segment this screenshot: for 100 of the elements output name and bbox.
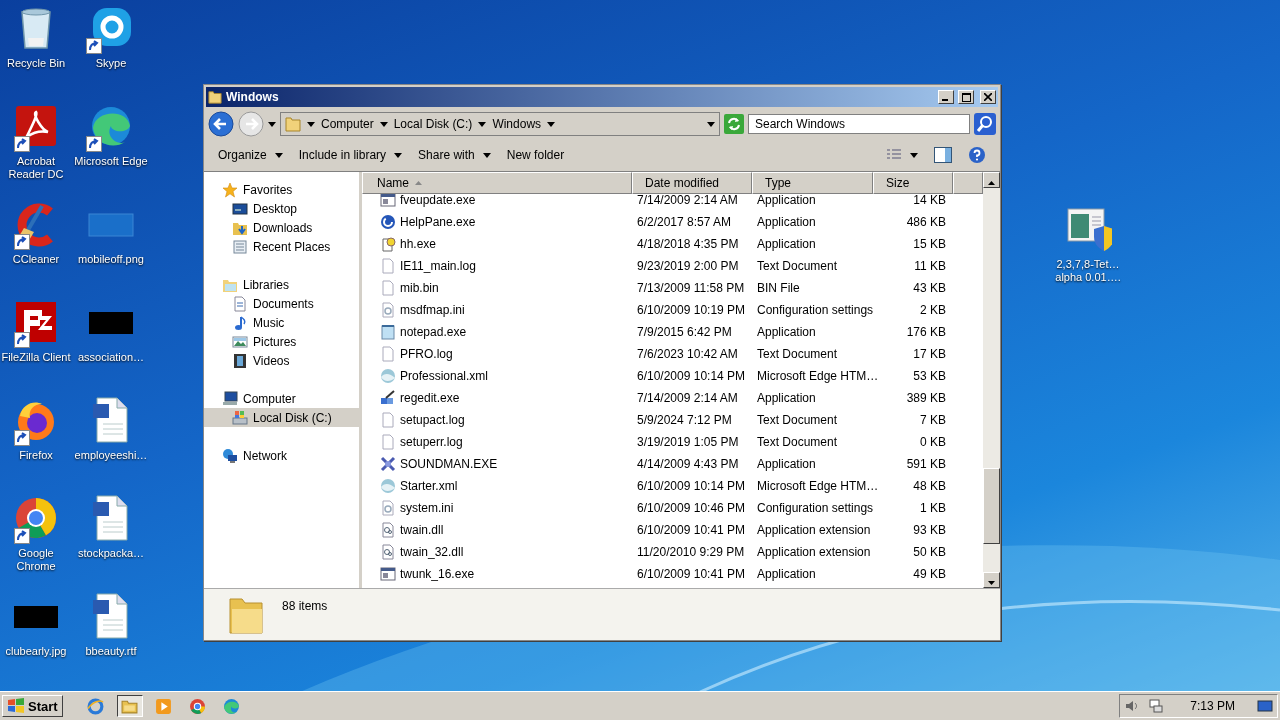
file-name[interactable]: IE11_main.log (400, 259, 476, 273)
table-cell-text: 6/10/2009 10:41 PM (636, 567, 747, 581)
toolbar-button[interactable]: Include in library (292, 144, 409, 166)
caret-icon (394, 152, 403, 158)
file-name[interactable]: mib.bin (400, 281, 439, 295)
file-name[interactable]: msdfmap.ini (400, 303, 465, 317)
videos-icon (232, 352, 248, 369)
table-cell-text: Text Document (756, 259, 839, 273)
back-button[interactable] (208, 111, 234, 137)
computer-icon (222, 390, 238, 407)
table-cell-text: Application extension (756, 545, 872, 559)
network-icon (222, 447, 238, 464)
documents-icon (232, 295, 248, 312)
table-cell-text: 7/6/2023 10:42 AM (636, 347, 739, 361)
table-cell-text: 7/14/2009 2:14 AM (636, 194, 739, 207)
table-cell-text: Application (756, 325, 817, 339)
show-desktop-icon[interactable] (1257, 698, 1273, 714)
file-name[interactable]: PFRO.log (400, 347, 453, 361)
toolbar-button[interactable]: Share with (412, 144, 497, 166)
table-cell-text: 389 KB (905, 391, 947, 405)
scrollbar[interactable] (983, 172, 1000, 588)
file-name[interactable]: setupact.log (400, 413, 465, 427)
nav-item[interactable]: Recent Places (204, 237, 359, 256)
browser-icon (87, 697, 105, 715)
nav-item[interactable]: Music (204, 313, 359, 332)
preview-pane-icon (934, 147, 952, 163)
table-cell-text: 6/10/2009 10:19 PM (636, 303, 747, 317)
nav-item[interactable]: Network (204, 446, 359, 465)
icon-label: FileZilla Client (0, 351, 72, 364)
file-name[interactable]: SOUNDMAN.EXE (400, 457, 498, 471)
table-cell-text: Application (756, 457, 817, 471)
breadcrumb[interactable]: Local Disk (C:) (393, 117, 473, 131)
file-name[interactable]: regedit.exe (400, 391, 460, 405)
column-header[interactable]: Date modified (632, 172, 752, 194)
file-name[interactable]: twain.dll (400, 523, 444, 537)
toolbar-button[interactable]: New folder (500, 144, 571, 166)
star-icon (222, 181, 238, 198)
table-cell-text: 50 KB (912, 545, 947, 559)
file-name[interactable]: twain_32.dll (400, 545, 464, 559)
file-icon (380, 412, 396, 428)
nav-item[interactable]: Videos (204, 351, 359, 370)
file-name[interactable]: Professional.xml (400, 369, 489, 383)
table-cell-text: Application extension (756, 523, 872, 537)
network-icon[interactable] (1148, 698, 1165, 714)
table-cell-text: 93 KB (912, 523, 947, 537)
table-cell-text: Application (756, 237, 817, 251)
nav-item[interactable]: Libraries (204, 275, 359, 294)
table-cell-text: 11/20/2010 9:29 PM (636, 545, 746, 559)
close-button[interactable] (980, 90, 996, 104)
start-button[interactable]: Start (2, 695, 63, 717)
file-name[interactable]: notepad.exe (400, 325, 467, 339)
column-header[interactable]: Type (752, 172, 873, 194)
breadcrumb[interactable]: Windows (492, 117, 542, 131)
pictures-icon (232, 333, 248, 350)
file-name[interactable]: system.ini (400, 501, 454, 515)
nav-item[interactable]: Downloads (204, 218, 359, 237)
taskbar-button[interactable] (116, 695, 143, 717)
column-header[interactable]: Name (362, 172, 632, 194)
file-name[interactable]: setuperr.log (400, 435, 463, 449)
nav-item[interactable]: Favorites (204, 180, 359, 199)
installer-icon[interactable] (1064, 205, 1112, 253)
toolbar-button[interactable]: Organize (212, 144, 289, 166)
disk-icon (232, 409, 248, 426)
nav-item[interactable]: Pictures (204, 332, 359, 351)
refresh-button[interactable] (724, 114, 744, 134)
nav-item[interactable]: Documents (204, 294, 359, 313)
file-name[interactable]: fveupdate.exe (400, 194, 476, 207)
caret-icon (268, 121, 276, 127)
icon-label: CCleaner (11, 253, 61, 266)
table-cell-text: Text Document (756, 435, 839, 449)
search-field[interactable]: Search Windows (748, 114, 970, 134)
breadcrumb[interactable]: Computer (321, 117, 374, 131)
scroll-thumb[interactable] (983, 468, 1000, 544)
table-cell-text: 11 KB (913, 259, 947, 273)
icon-label: mobileoff.png (77, 253, 145, 266)
nav-item[interactable]: Local Disk (C:) (204, 408, 359, 427)
table-cell-text: 49 KB (912, 567, 947, 581)
scroll-up-button[interactable] (983, 172, 1000, 188)
minimize-button[interactable] (938, 90, 954, 104)
clock[interactable]: 7:13 PM (1190, 699, 1235, 713)
table-cell-text: 1 KB (919, 501, 947, 515)
search-button[interactable] (974, 113, 996, 135)
maximize-icon (961, 92, 971, 102)
table-cell-text: Text Document (756, 413, 839, 427)
table-cell-text: 5/9/2024 7:12 PM (636, 413, 733, 427)
column-header[interactable]: Size (873, 172, 953, 194)
file-name[interactable]: HelpPane.exe (400, 215, 476, 229)
icon-label: Acrobat Reader DC (7, 155, 65, 181)
nav-item[interactable]: Desktop (204, 199, 359, 218)
file-name[interactable]: twunk_16.exe (400, 567, 475, 581)
maximize-button[interactable] (958, 90, 974, 104)
scroll-down-button[interactable] (983, 572, 1000, 588)
nav-item[interactable]: Computer (204, 389, 359, 408)
file-name[interactable]: hh.exe (400, 237, 437, 251)
address-bar[interactable]: Computer Local Disk (C:) Windows (280, 112, 720, 136)
file-name[interactable]: Starter.xml (400, 479, 458, 493)
caret-icon (482, 152, 491, 158)
table-cell-text: 17 KB (912, 347, 947, 361)
file-icon (380, 500, 396, 516)
table-cell-text: 6/10/2009 10:46 PM (636, 501, 747, 515)
